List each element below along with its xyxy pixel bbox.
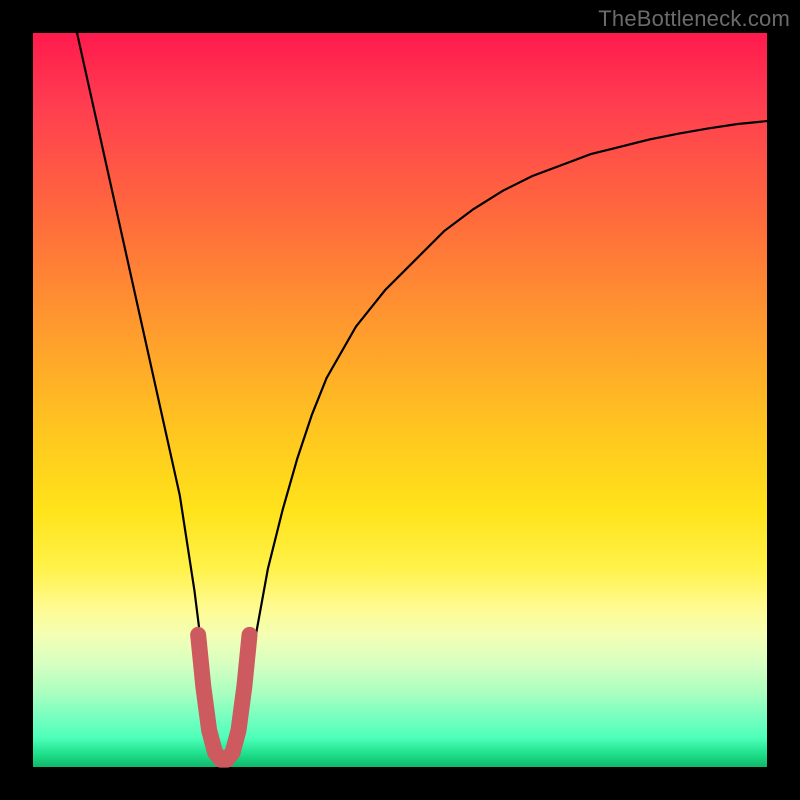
watermark-text: TheBottleneck.com bbox=[598, 6, 790, 32]
series-highlight bbox=[198, 635, 249, 760]
plot-area bbox=[33, 33, 767, 767]
chart-svg bbox=[33, 33, 767, 767]
chart-frame: TheBottleneck.com bbox=[0, 0, 800, 800]
series-curve bbox=[77, 33, 767, 760]
